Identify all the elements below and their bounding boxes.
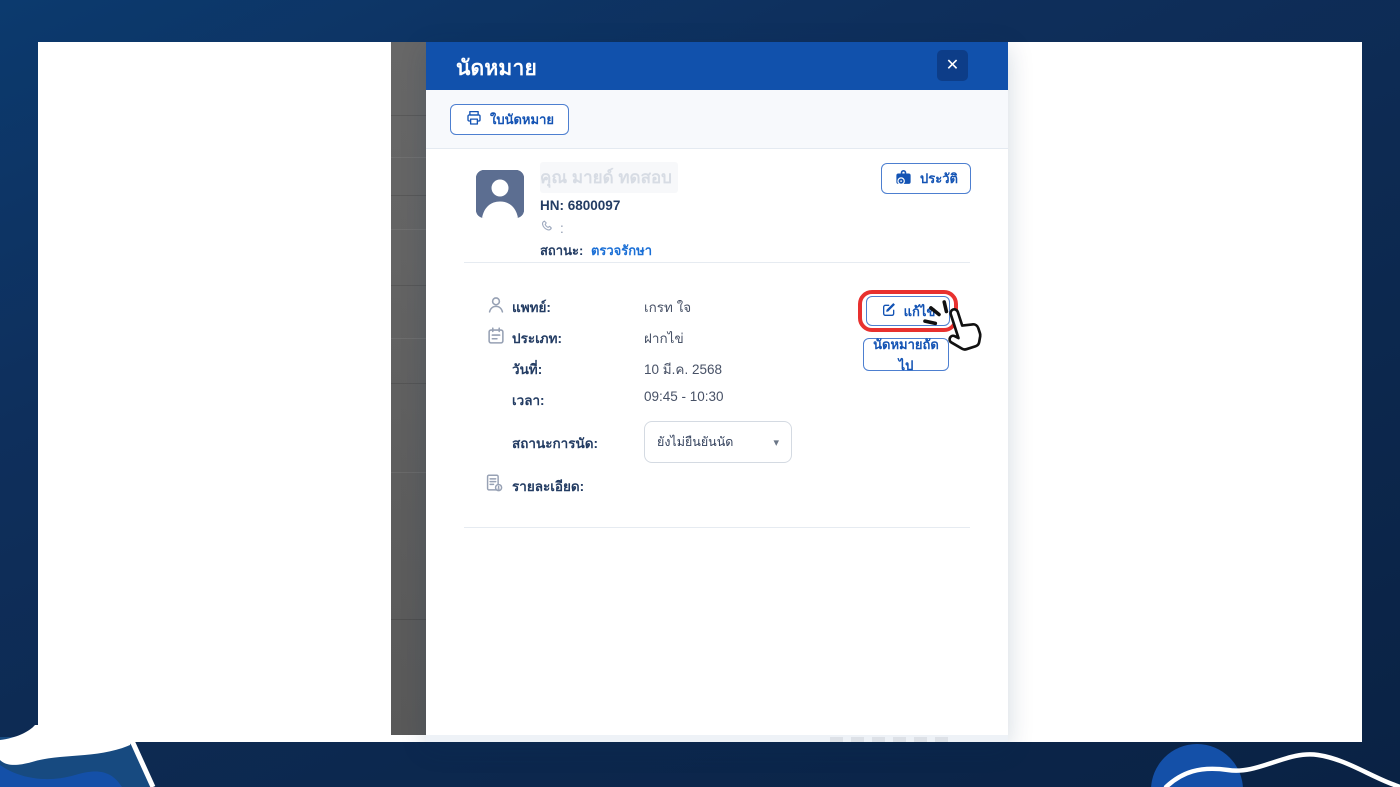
field-label-type: ประเภท: [512,331,562,346]
modal-header: นัดหมาย ✕ [426,42,1008,90]
patient-status: สถานะ: ตรวจรักษา [540,240,652,261]
close-button[interactable]: ✕ [937,50,968,81]
print-appointment-button[interactable]: ใบนัดหมาย [450,104,569,135]
doctor-icon [485,294,507,316]
next-appointment-label: นัดหมายถัดไป [873,336,939,373]
edit-button-label: แก้ไข [903,303,936,319]
wave-decoration-right [1151,744,1400,787]
screen: { "colors": { "background_navy": "#0d2a5… [0,0,1400,787]
patient-avatar [476,170,524,218]
divider [464,262,970,263]
field-label-appointment-status: สถานะการนัด: [512,436,598,451]
modal-toolbar: ใบนัดหมาย [426,90,1008,149]
medical-bag-icon [894,168,913,190]
patient-phone: : [540,219,564,237]
status-value-link[interactable]: ตรวจรักษา [591,243,652,258]
history-button[interactable]: ประวัติ [881,163,971,194]
patient-name: คุณ มายด์ ทดสอบ [540,162,678,193]
field-label-details: รายละเอียด: [512,479,585,494]
edit-pencil-icon [881,302,897,321]
field-label-date: วันที่: [512,362,543,377]
details-document-icon [483,472,505,494]
print-button-label: ใบนัดหมาย [490,112,554,127]
calendar-icon [485,325,507,347]
modal-title: นัดหมาย [456,57,537,80]
hn-label: HN: [540,198,564,213]
field-value-type: ฝากไข่ [644,331,684,346]
field-label-time: เวลา: [512,393,545,408]
field-value-date: 10 มี.ค. 2568 [644,362,722,377]
dropdown-selected-value: ยังไม่ยืนยันนัด [657,435,734,449]
close-icon: ✕ [945,57,960,74]
next-appointment-button[interactable]: นัดหมายถัดไป [863,337,949,373]
field-label-doctor: แพทย์: [512,300,551,315]
printer-icon [465,109,483,130]
chevron-down-icon: ▾ [773,436,779,449]
appointment-modal: นัดหมาย ✕ ใบนัดหมาย คุณ มายด์ ทดสอบ HN: … [426,42,1008,742]
field-value-doctor: เกรท ใจ [644,300,692,315]
page-surface: นัดหมาย ✕ ใบนัดหมาย คุณ มายด์ ทดสอบ HN: … [38,42,1362,742]
phone-icon [540,219,555,237]
patient-hn: HN: 6800097 [540,198,620,213]
history-button-label: ประวัติ [920,171,958,186]
edit-button[interactable]: แก้ไข [866,296,950,326]
field-value-time: 09:45 - 10:30 [644,389,724,404]
divider [464,527,970,528]
status-label: สถานะ: [540,243,584,258]
dimmed-table-column [391,42,426,735]
clipped-footer-text-fragment [830,737,952,742]
phone-separator: : [560,220,564,236]
hn-value: 6800097 [567,198,621,213]
appointment-status-dropdown[interactable]: ยังไม่ยืนยันนัด ▾ [644,421,792,463]
